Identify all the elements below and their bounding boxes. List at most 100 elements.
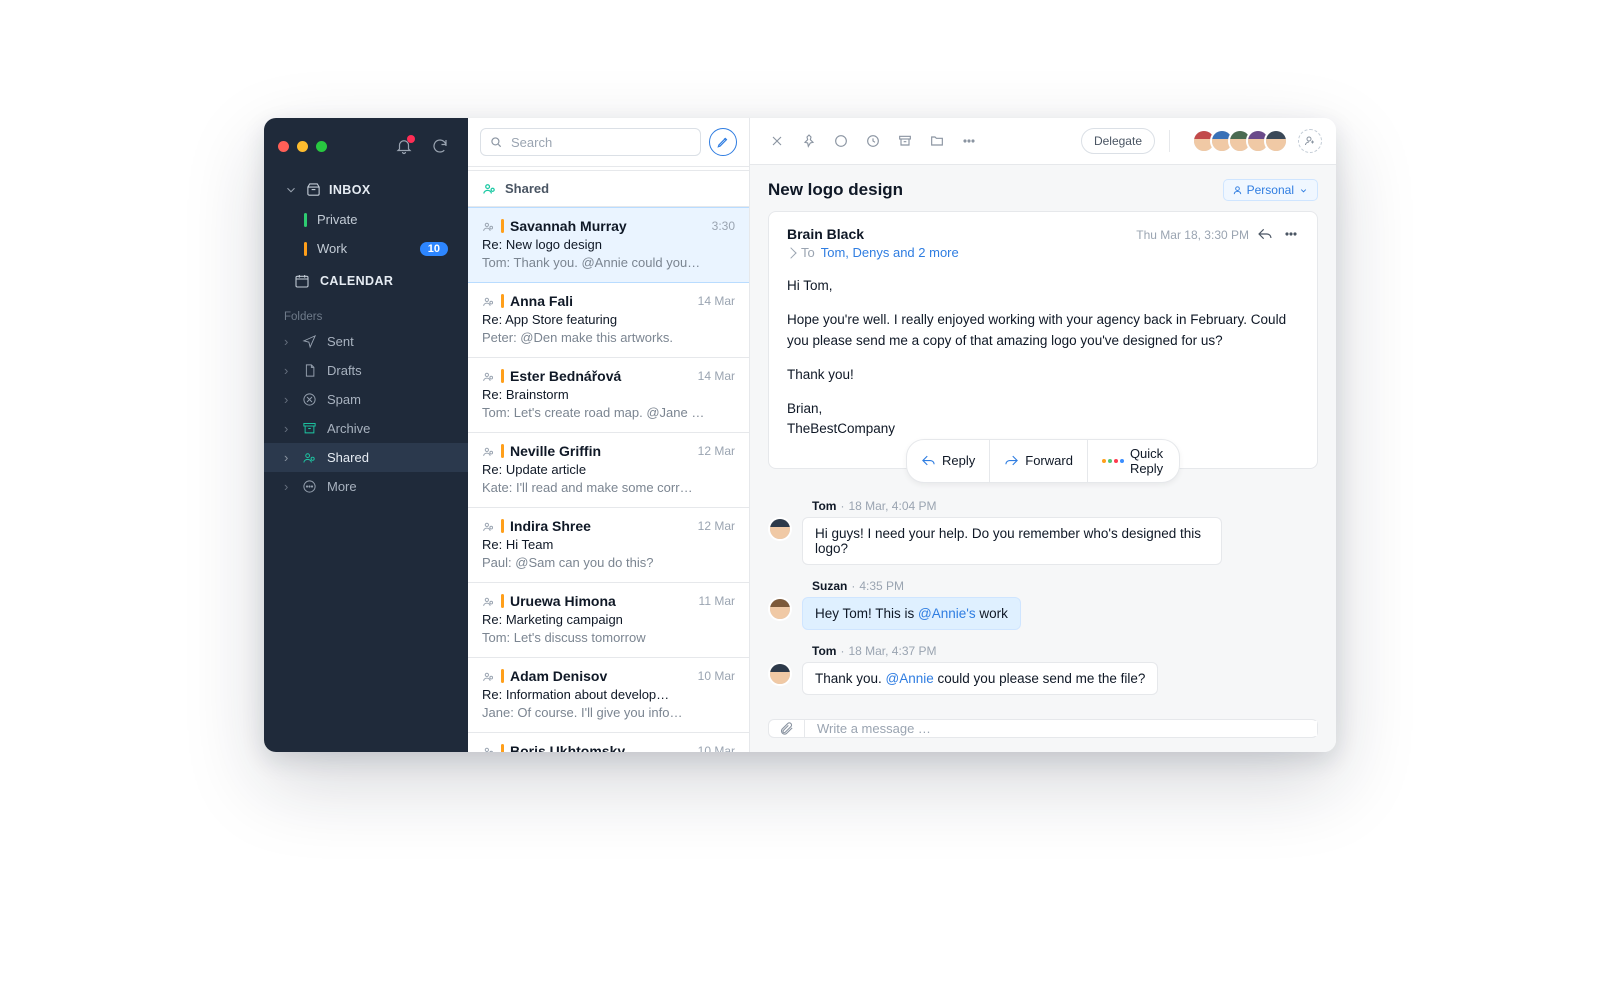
email-date: Thu Mar 18, 3:30 PM <box>1136 228 1249 242</box>
add-participant-button[interactable] <box>1298 129 1322 153</box>
reading-pane: Delegate New logo design Personal Brain … <box>750 118 1336 752</box>
folder-drafts[interactable]: › Drafts <box>264 356 468 385</box>
email-recipients-toggle[interactable]: To Tom, Denys and 2 more <box>787 245 1136 260</box>
mention[interactable]: @Annie <box>886 671 934 686</box>
comment-author: Tom <box>812 499 836 513</box>
message-item[interactable]: Uruewa Himona 11 Mar Re: Marketing campa… <box>468 583 749 658</box>
shared-icon <box>482 520 495 533</box>
inbox-label: INBOX <box>329 183 371 197</box>
message-item[interactable]: Anna Fali 14 Mar Re: App Store featuring… <box>468 283 749 358</box>
message-subject: Re: Update article <box>482 462 735 477</box>
shared-icon <box>482 445 495 458</box>
message-subject: Re: Brainstorm <box>482 387 735 402</box>
shared-icon <box>482 595 495 608</box>
maximize-window[interactable] <box>316 141 327 152</box>
comment: Suzan · 4:35 PMHey Tom! This is @Annie's… <box>768 579 1318 630</box>
tag-bar-icon <box>501 519 504 533</box>
message-sender: Adam Denisov <box>510 668 607 684</box>
message-sender: Neville Griffin <box>510 443 601 459</box>
message-preview: Tom: Let's create road map. @Jane … <box>482 405 735 420</box>
circle-icon[interactable] <box>828 128 854 154</box>
message-subject: Re: Hi Team <box>482 537 735 552</box>
notifications-icon[interactable] <box>390 132 418 160</box>
delegate-button[interactable]: Delegate <box>1081 128 1155 154</box>
comment-time: 18 Mar, 4:04 PM <box>848 499 936 513</box>
reader-toolbar: Delegate <box>750 118 1336 165</box>
message-item[interactable]: Adam Denisov 10 Mar Re: Information abou… <box>468 658 749 733</box>
avatar <box>768 517 792 541</box>
search-field[interactable] <box>480 128 701 156</box>
comment-bubble: Hey Tom! This is @Annie's work <box>802 597 1021 630</box>
close-window[interactable] <box>278 141 289 152</box>
message-time: 10 Mar <box>698 744 735 752</box>
tag-bar-icon <box>501 744 504 752</box>
tag-bar-icon <box>501 669 504 683</box>
folder-archive[interactable]: › Archive <box>264 414 468 443</box>
folder-sent[interactable]: › Sent <box>264 327 468 356</box>
comment-input[interactable] <box>805 721 1317 736</box>
message-sender: Ester Bednářová <box>510 368 621 384</box>
inbox-header[interactable]: INBOX <box>276 174 456 205</box>
comment-author: Suzan <box>812 579 847 593</box>
minimize-window[interactable] <box>297 141 308 152</box>
inbox-private-label: Private <box>317 212 448 227</box>
shared-icon <box>482 181 497 196</box>
chevron-down-icon <box>1298 185 1309 196</box>
email-subject: New logo design <box>768 180 903 200</box>
folder-shared[interactable]: › Shared <box>264 443 468 472</box>
inbox-work[interactable]: Work 10 <box>276 234 456 263</box>
close-icon[interactable] <box>764 128 790 154</box>
tag-bar-icon <box>501 369 504 383</box>
message-subject: Re: New logo design <box>482 237 735 252</box>
message-preview: Paul: @Sam can you do this? <box>482 555 735 570</box>
inbox-work-label: Work <box>317 241 410 256</box>
message-preview: Kate: I'll read and make some corr… <box>482 480 735 495</box>
app-window: INBOX Private Work 10 CALENDAR Folders ›… <box>264 118 1336 752</box>
message-preview: Tom: Let's discuss tomorrow <box>482 630 735 645</box>
message-list[interactable]: Savannah Murray 3:30 Re: New logo design… <box>468 207 749 752</box>
snooze-icon[interactable] <box>860 128 886 154</box>
message-item[interactable]: Ester Bednářová 14 Mar Re: Brainstorm To… <box>468 358 749 433</box>
email-from: Brain Black <box>787 226 1136 242</box>
message-item[interactable]: Boris Ukhtomsky 10 Mar Re: Testing new f… <box>468 733 749 752</box>
search-input[interactable] <box>509 134 692 151</box>
shared-icon <box>482 220 495 233</box>
pencil-icon <box>716 135 730 149</box>
reply-button[interactable]: Reply <box>907 440 990 482</box>
participant-avatars <box>1192 129 1288 153</box>
inbox-work-count: 10 <box>420 242 448 256</box>
folder-more[interactable]: › More <box>264 472 468 501</box>
mention[interactable]: @Annie's <box>918 606 976 621</box>
list-header: Shared <box>468 171 749 207</box>
inbox-private[interactable]: Private <box>276 205 456 234</box>
comment-bubble: Thank you. @Annie could you please send … <box>802 662 1158 695</box>
quick-reply-icon <box>1102 459 1124 463</box>
message-list-pane: Shared Savannah Murray 3:30 Re: New logo… <box>468 118 750 752</box>
attach-button[interactable] <box>769 720 805 738</box>
personal-tag-dropdown[interactable]: Personal <box>1223 179 1318 201</box>
move-folder-icon[interactable] <box>924 128 950 154</box>
compose-button[interactable] <box>709 128 737 156</box>
more-icon[interactable] <box>956 128 982 154</box>
message-preview: Jane: Of course. I'll give you info… <box>482 705 735 720</box>
archive-icon[interactable] <box>892 128 918 154</box>
folder-spam[interactable]: › Spam <box>264 385 468 414</box>
sync-icon[interactable] <box>426 132 454 160</box>
message-item[interactable]: Indira Shree 12 Mar Re: Hi Team Paul: @S… <box>468 508 749 583</box>
folders-heading: Folders <box>264 301 468 327</box>
message-sender: Uruewa Himona <box>510 593 616 609</box>
tag-bar-icon <box>501 219 504 233</box>
avatar[interactable] <box>1264 129 1288 153</box>
more-icon[interactable] <box>1283 226 1299 242</box>
comment-time: 18 Mar, 4:37 PM <box>848 644 936 658</box>
pin-icon[interactable] <box>796 128 822 154</box>
comment-thread: Tom · 18 Mar, 4:04 PMHi guys! I need you… <box>750 479 1336 719</box>
forward-button[interactable]: Forward <box>990 440 1088 482</box>
message-item[interactable]: Neville Griffin 12 Mar Re: Update articl… <box>468 433 749 508</box>
reply-icon[interactable] <box>1257 226 1273 242</box>
calendar-nav[interactable]: CALENDAR <box>276 263 456 299</box>
message-time: 12 Mar <box>698 444 735 458</box>
quick-reply-button[interactable]: Quick Reply <box>1088 440 1179 482</box>
tag-dot-icon <box>304 242 307 256</box>
message-item[interactable]: Savannah Murray 3:30 Re: New logo design… <box>468 207 749 283</box>
